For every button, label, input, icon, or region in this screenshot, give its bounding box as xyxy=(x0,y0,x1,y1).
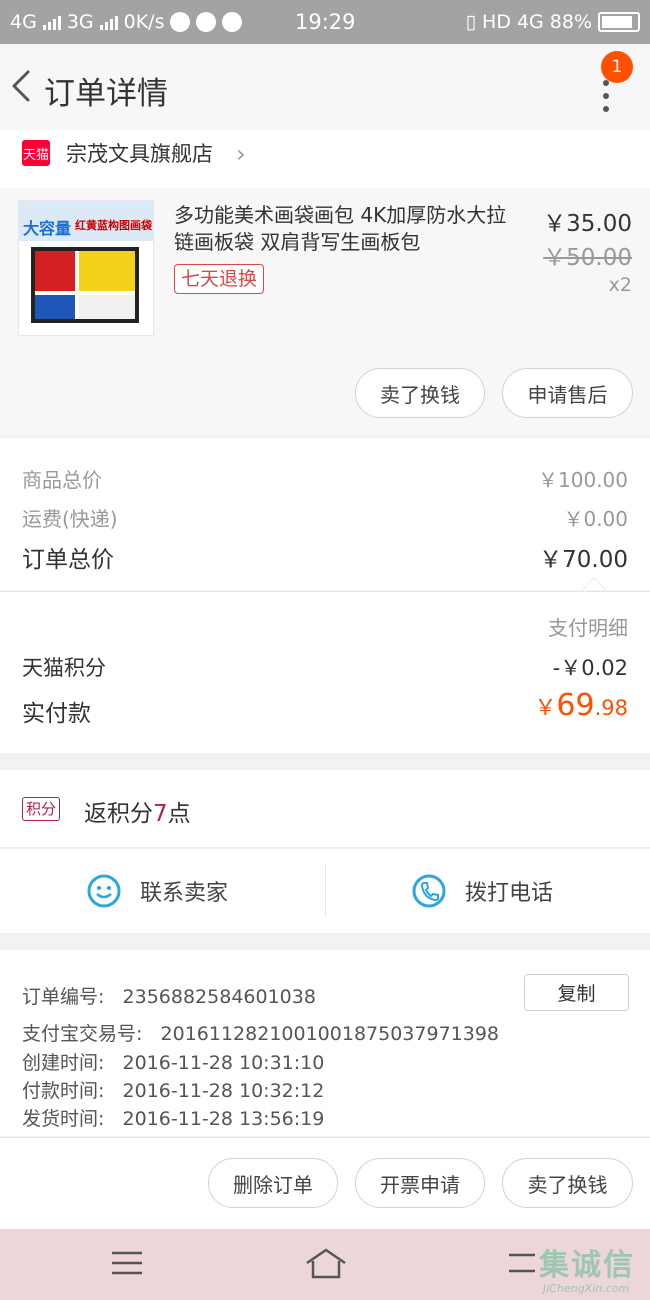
signal-icon-2 xyxy=(99,14,118,30)
shop-row[interactable]: 天猫 宗茂文具旗舰店 › xyxy=(0,130,650,188)
rewards-points-row: 积分 返积分7点 xyxy=(0,770,650,848)
chevron-right-icon: › xyxy=(236,140,246,168)
sell-for-cash-button[interactable]: 卖了换钱 xyxy=(355,368,485,418)
payment-detail-label: 支付明细 xyxy=(548,616,628,640)
watermark-sub: JiChengXin.com xyxy=(543,1282,630,1295)
seven-day-return-tag: 七天退换 xyxy=(174,264,265,294)
product-thumbnail[interactable]: 大容量 红黄蓝构图画袋 xyxy=(18,200,154,336)
rewards-points-text: 返积分7点 xyxy=(84,801,191,827)
goods-total-value: ￥100.00 xyxy=(538,468,628,492)
paid-time-row: 付款时间: 2016-11-28 10:32:12 xyxy=(22,1080,325,1102)
status-bar: 4G 3G 0K/s 19:29 ▯ HD 4G 88% xyxy=(0,0,650,44)
chat-bubble-icon xyxy=(87,874,121,908)
art-bag-image xyxy=(31,247,139,323)
created-time: 2016-11-28 10:31:10 xyxy=(122,1052,325,1074)
product-original-price: ￥50.00 xyxy=(543,245,632,271)
invoice-request-button[interactable]: 开票申请 xyxy=(355,1158,485,1208)
product-price: ￥35.00 xyxy=(543,211,632,237)
network-type-1: 4G xyxy=(10,11,37,33)
app-header: 订单详情 xyxy=(0,44,650,130)
shipped-time: 2016-11-28 13:56:19 xyxy=(122,1108,325,1130)
browser-icon-2 xyxy=(222,12,243,32)
created-time-row: 创建时间: 2016-11-28 10:31:10 xyxy=(22,1052,325,1074)
hd-label: HD xyxy=(482,11,511,33)
network-type-2: 3G xyxy=(66,11,94,33)
alipay-number-row: 支付宝交易号: 2016112821001001875037971398 xyxy=(22,1023,500,1045)
order-total-label: 订单总价 xyxy=(22,547,114,573)
network-type-3: 4G xyxy=(516,11,544,33)
page-title: 订单详情 xyxy=(44,76,168,112)
tmall-points-label: 天猫积分 xyxy=(22,656,106,680)
thumbnail-sub-text: 红黄蓝构图画袋 xyxy=(75,219,152,232)
order-info: 订单编号: 2356882584601038 复制 支付宝交易号: 201611… xyxy=(0,950,650,1136)
notification-badge: 1 xyxy=(601,51,633,83)
order-totals: 商品总价 ￥100.00 运费(快递) ￥0.00 订单总价 ￥70.00 xyxy=(0,438,650,590)
shipping-value: ￥0.00 xyxy=(563,507,628,531)
delete-order-button[interactable]: 删除订单 xyxy=(208,1158,338,1208)
amount-paid-label: 实付款 xyxy=(22,701,91,727)
thumbnail-brand-text: 大容量 xyxy=(23,219,72,238)
watermark-logo: 集诚信 JiChengXin.com xyxy=(533,1236,650,1300)
call-phone-label: 拨打电话 xyxy=(465,881,554,906)
shipping-label: 运费(快递) xyxy=(22,507,118,531)
amount-paid-value: ￥69.98 xyxy=(534,688,628,723)
product-title[interactable]: 多功能美术画袋画包 4K加厚防水大拉链画板袋 双肩背写生画板包 xyxy=(174,202,520,256)
contact-bar: 联系卖家 拨打电话 xyxy=(0,849,650,933)
order-action-bar: 删除订单 开票申请 卖了换钱 xyxy=(0,1137,650,1229)
signal-icon xyxy=(42,14,61,30)
product-item: 大容量 红黄蓝构图画袋 多功能美术画袋画包 4K加厚防水大拉链画板袋 双肩背写生… xyxy=(0,188,650,436)
order-total-value: ￥70.00 xyxy=(539,547,628,573)
alipay-number: 2016112821001001875037971398 xyxy=(160,1023,500,1045)
contact-seller-button[interactable]: 联系卖家 xyxy=(86,849,228,933)
battery-percent: 88% xyxy=(549,11,592,33)
back-button[interactable] xyxy=(8,66,38,106)
divider xyxy=(325,865,326,917)
sell-for-cash-button-bottom[interactable]: 卖了换钱 xyxy=(502,1158,633,1208)
call-phone-button[interactable]: 拨打电话 xyxy=(411,849,553,933)
order-number: 2356882584601038 xyxy=(122,986,316,1008)
shipped-time-row: 发货时间: 2016-11-28 13:56:19 xyxy=(22,1108,325,1130)
payment-details: 支付明细 天猫积分 -￥0.02 实付款 ￥69.98 xyxy=(0,591,650,753)
product-quantity: x2 xyxy=(608,274,632,296)
home-icon[interactable] xyxy=(304,1247,348,1281)
order-number-row: 订单编号: 2356882584601038 xyxy=(22,986,316,1008)
points-tag: 积分 xyxy=(22,797,61,821)
phone-icon xyxy=(412,874,446,908)
shop-name: 宗茂文具旗舰店 xyxy=(66,142,213,166)
qq-icon xyxy=(170,12,191,32)
tmall-logo-icon: 天猫 xyxy=(22,140,50,166)
menu-icon[interactable] xyxy=(110,1247,144,1279)
goods-total-label: 商品总价 xyxy=(22,468,102,492)
network-speed: 0K/s xyxy=(123,11,165,33)
vibrate-icon: ▯ xyxy=(465,11,477,33)
copy-button[interactable]: 复制 xyxy=(524,974,629,1011)
after-sale-button[interactable]: 申请售后 xyxy=(502,368,633,418)
expand-caret-icon xyxy=(582,577,606,590)
paid-time: 2016-11-28 10:32:12 xyxy=(122,1080,325,1102)
clock: 19:29 xyxy=(295,10,356,34)
chevron-left-icon xyxy=(12,70,30,102)
tmall-points-value: -￥0.02 xyxy=(552,656,628,680)
battery-icon xyxy=(598,12,640,32)
watermark-main: 集诚信 xyxy=(539,1248,635,1283)
browser-icon xyxy=(196,12,217,32)
contact-seller-label: 联系卖家 xyxy=(140,881,229,906)
